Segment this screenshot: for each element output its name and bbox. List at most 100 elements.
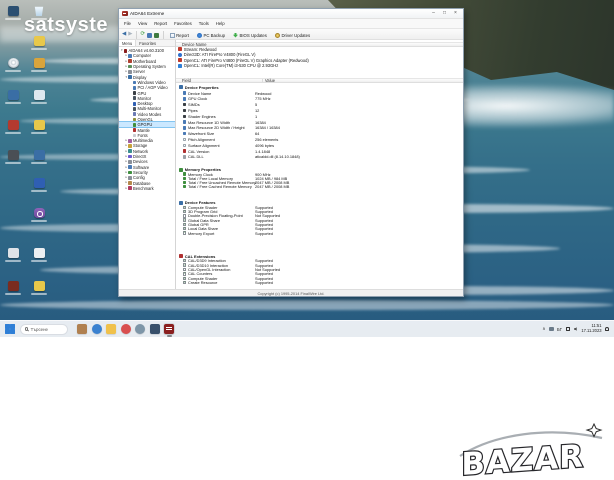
desktop-icon-app-darkred[interactable] — [1, 281, 25, 295]
desktop-icon-recycle-bin-glyph — [34, 6, 45, 16]
desktop-icon-folder-small[interactable] — [27, 36, 51, 50]
desktop-icon-app-blue[interactable] — [1, 6, 25, 20]
desktop-icon-app-amber[interactable] — [27, 58, 51, 72]
property-row[interactable]: Total / Free Cached Remote Memory2047 MB… — [176, 185, 463, 189]
pcivideo-icon — [133, 86, 137, 90]
window-titlebar[interactable]: AIDA64 Extreme – □ × — [119, 9, 463, 19]
menu-bar: FileViewReportFavoritesToolsHelp — [119, 19, 463, 29]
field-cell: SIMDs — [176, 102, 253, 107]
taskbar-app-browser[interactable] — [135, 324, 145, 334]
property-row[interactable]: Wavefront Size64 — [176, 131, 463, 137]
tree-item-label: Server — [133, 69, 145, 74]
forward-icon[interactable]: ▶ — [128, 32, 132, 38]
monitor-icon — [133, 96, 137, 100]
device-row[interactable]: OpenCL: Intel(R) Core(TM) i3-530 CPU @ 2… — [176, 63, 463, 69]
language-indicator[interactable]: БГ — [557, 327, 562, 332]
property-row[interactable]: ✓Create ResourceSupported — [176, 281, 463, 285]
menu-item-file[interactable]: File — [121, 20, 134, 27]
property-row[interactable]: Pipes12 — [176, 108, 463, 114]
property-row[interactable]: GPU Clock775 MHz — [176, 96, 463, 102]
desktop-icon-app-dark-glyph — [8, 150, 19, 160]
desktop-icon-recycle-bin[interactable] — [27, 6, 51, 20]
property-row[interactable]: ✓Memory ExportSupported — [176, 231, 463, 235]
property-row[interactable]: CAL DLLaticaldd.dll (8.14.10.1848) — [176, 154, 463, 160]
volume-icon[interactable] — [574, 327, 578, 331]
desktop-icon-app-blue-v[interactable] — [27, 178, 51, 192]
computer-icon[interactable] — [147, 33, 152, 38]
minimize-button[interactable]: – — [429, 10, 438, 17]
desktop-icon-file-small-label — [5, 260, 21, 262]
menu-item-favorites[interactable]: Favorites — [171, 20, 195, 27]
tree-item-label: Multimedia — [133, 138, 153, 143]
refresh-icon[interactable]: ⟳ — [140, 32, 145, 38]
taskbar-clock[interactable]: 11:51 17.11.2023 — [581, 324, 601, 333]
toolbar-button-report[interactable]: Report — [167, 32, 191, 39]
taskbar-app-file-explorer[interactable] — [106, 324, 116, 334]
tree-item-label: DirectX — [133, 154, 146, 159]
property-row[interactable]: Max Resource 1D Width16384 — [176, 119, 463, 125]
report-wizard-icon[interactable] — [154, 33, 159, 38]
property-row[interactable]: SIMDs5 — [176, 102, 463, 108]
taskbar-app-photos[interactable] — [77, 324, 87, 334]
desktop-icon-folder-label — [31, 132, 47, 134]
desktop-icon-app-blue-2[interactable] — [1, 90, 25, 104]
property-row[interactable]: Shader Engines1 — [176, 113, 463, 119]
toolbar-button-driver-updates[interactable]: Driver Updates — [272, 32, 312, 39]
property-row[interactable]: Surface Alignment4096 bytes — [176, 142, 463, 148]
tray-app-icon[interactable] — [549, 327, 554, 332]
multimon-icon — [133, 107, 137, 111]
menu-item-tools[interactable]: Tools — [196, 20, 212, 27]
screen: satsyste AIDA64 Extreme – □ × FileViewRe… — [0, 0, 614, 480]
device-row-label: Direct3D: ATI FirePro V4800 (FireGL V) — [184, 52, 256, 57]
property-row[interactable]: Pitch Alignment256 elements — [176, 137, 463, 143]
taskbar-app-calculator[interactable] — [150, 324, 160, 334]
network-icon[interactable] — [566, 327, 571, 331]
grid-header[interactable]: Field Value — [176, 78, 463, 83]
desktop-icon-folder-2[interactable] — [27, 281, 51, 295]
device-row-label: OpenCL: ATI FirePro V4800 (FireGL V) Gra… — [184, 58, 309, 63]
start-button[interactable] — [5, 324, 15, 334]
desktop-icon-app-light[interactable] — [27, 90, 51, 104]
database-icon — [128, 181, 132, 185]
field-label: CAL Version — [188, 149, 209, 154]
taskbar-app-aida64[interactable] — [164, 324, 174, 334]
maximize-button[interactable]: □ — [440, 10, 449, 17]
search-box[interactable]: Търсене — [20, 324, 68, 335]
desktop-icon-app-dark[interactable] — [1, 150, 25, 164]
desktop-icon-viber[interactable] — [27, 208, 51, 222]
property-row[interactable]: CAL Version1.4.1848 — [176, 148, 463, 154]
menu-item-report[interactable]: Report — [151, 20, 170, 27]
desktop-icon-file-small[interactable] — [1, 248, 25, 262]
desktop-icon-folder[interactable] — [27, 120, 51, 134]
tree-item-label: Windows Video — [137, 80, 165, 85]
taskbar-app-media[interactable] — [121, 324, 131, 334]
toolbar-button-pc-backup[interactable]: PC Backup — [194, 32, 227, 39]
notification-bell-icon[interactable] — [605, 327, 609, 331]
close-button[interactable]: × — [451, 10, 460, 17]
value-cell: 4096 bytes — [253, 143, 463, 148]
tree-item-benchmark[interactable]: ▸Benchmark — [119, 186, 175, 191]
desktop-icon-disc[interactable] — [1, 58, 25, 72]
desktop-icon-app-red[interactable] — [1, 120, 25, 134]
sidebar-tab-favorites[interactable]: Favorites — [136, 40, 159, 46]
value-cell: 775 MHz — [253, 96, 463, 101]
tree-item-label: Benchmark — [133, 186, 154, 191]
tree-item-label: GPU — [137, 91, 146, 96]
menu-item-view[interactable]: View — [135, 20, 150, 27]
tree-item-label: Display — [133, 75, 146, 80]
sidebar-tab-menu[interactable]: Menu — [119, 40, 136, 46]
taskbar-app-edge[interactable] — [92, 324, 102, 334]
chevron-up-icon[interactable]: ∧ — [542, 327, 545, 332]
field-cell: Max Resource 1D Width — [176, 120, 253, 125]
field-label: Shader Engines — [188, 114, 216, 119]
back-icon[interactable]: ◀ — [122, 32, 126, 38]
property-row[interactable]: Device NameRedwood — [176, 90, 463, 96]
devices-icon — [128, 160, 132, 164]
toolbar-button-bios-updates[interactable]: BIOS Updates — [230, 32, 269, 39]
menu-item-help[interactable]: Help — [213, 20, 228, 27]
desktop-icon-file-small-2[interactable] — [27, 248, 51, 262]
cal-icon — [183, 149, 186, 152]
property-row[interactable]: Max Resource 2D Width / Height16384 / 16… — [176, 125, 463, 131]
desktop-icon-app-blue-3[interactable] — [27, 150, 51, 164]
expander-open-icon[interactable]: ▾ — [120, 49, 124, 52]
